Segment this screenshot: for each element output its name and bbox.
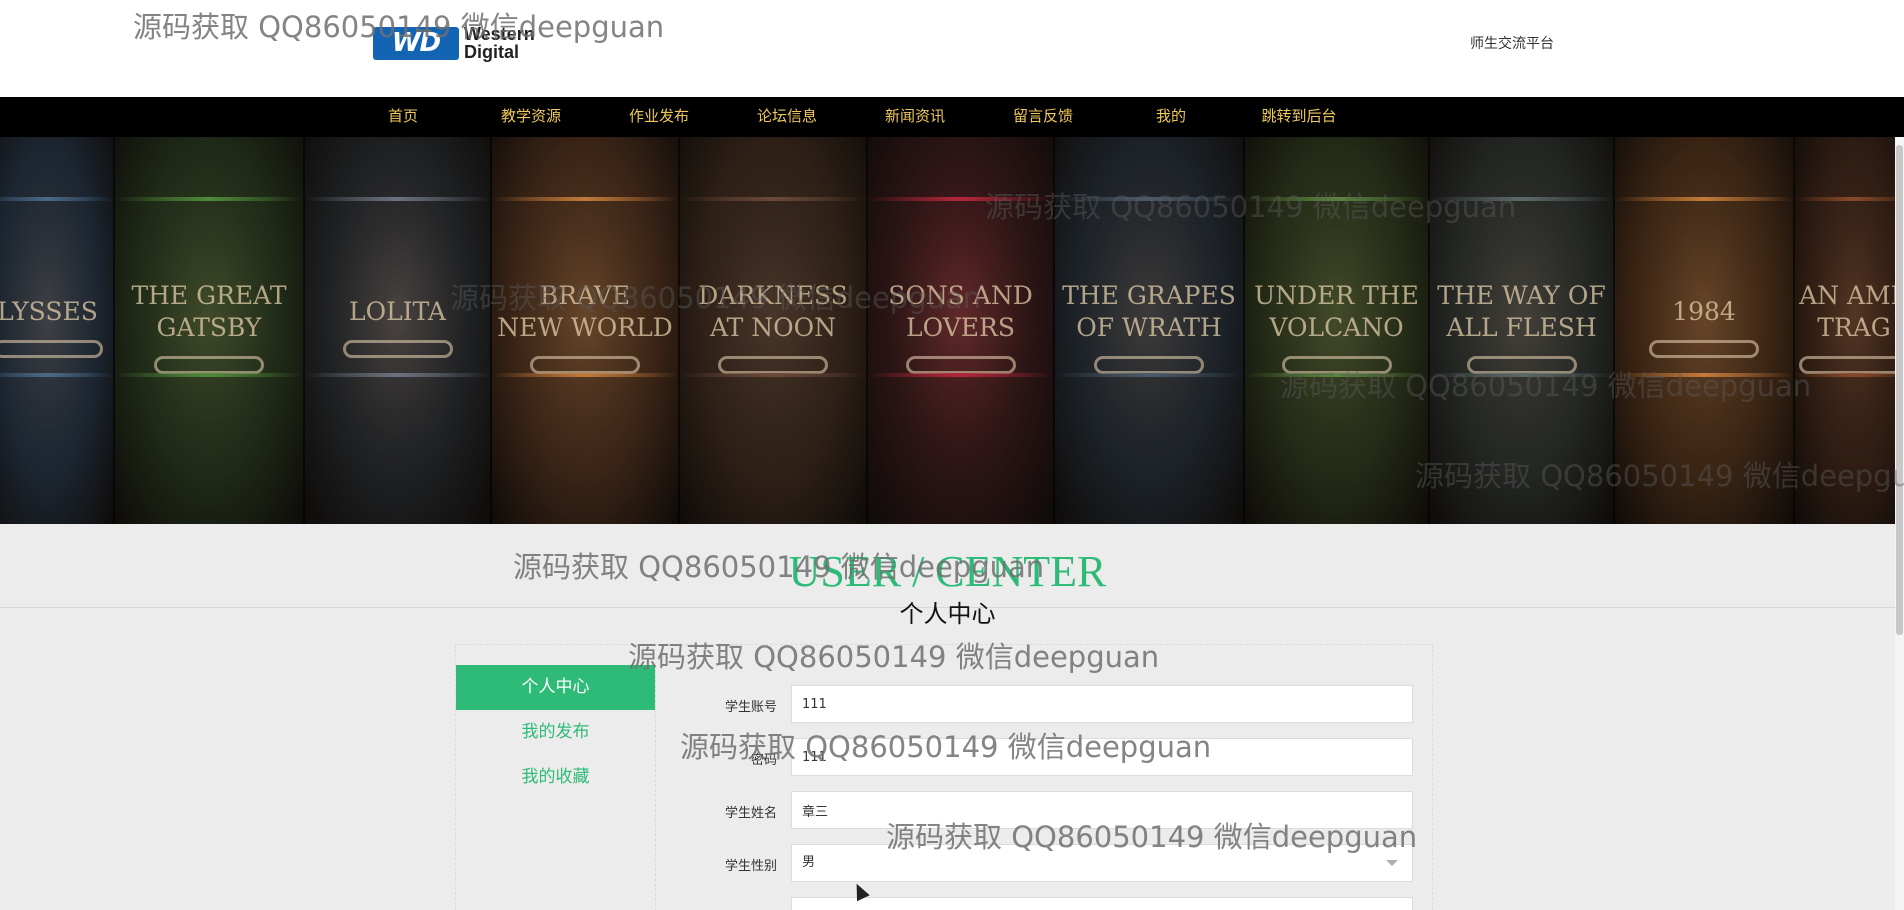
side-menu: 个人中心 我的发布 我的收藏 [456, 665, 656, 910]
side-item-my-posts[interactable]: 我的发布 [456, 710, 655, 755]
heading-chinese: 个人中心 [899, 600, 996, 628]
password-field[interactable] [791, 738, 1413, 776]
ornament-icon [154, 355, 264, 374]
spine-band [1795, 373, 1895, 377]
form-row-gender: 学生性别 男 [664, 844, 1434, 884]
spine-band [115, 197, 303, 201]
ornament-icon [905, 355, 1016, 374]
book-spine: DARKNESS AT NOON [680, 137, 868, 524]
scrollbar-thumb[interactable] [1896, 145, 1903, 635]
ornament-icon [530, 355, 640, 374]
gender-select[interactable]: 男 [791, 844, 1413, 882]
section-heading: USER / CENTER 个人中心 [0, 524, 1895, 628]
book-spine: 1984 [1615, 137, 1795, 524]
password-label: 密码 [750, 753, 777, 768]
main-nav: 首页 教学资源 作业发布 论坛信息 新闻资讯 留言反馈 我的 跳转到后台 [0, 97, 1904, 137]
book-title: THE GREAT GATSBY [131, 280, 287, 342]
platform-name: 师生交流平台 [1470, 35, 1554, 51]
spine-band [1245, 197, 1428, 201]
spine-band [868, 197, 1053, 201]
spine-band [680, 373, 866, 377]
book-title: THE WAY OF ALL FLESH [1437, 280, 1606, 342]
spine-band [1430, 197, 1613, 201]
account-label: 学生账号 [724, 700, 777, 715]
spine-band [305, 197, 490, 201]
form-row-name: 学生姓名 [664, 791, 1434, 831]
name-field[interactable] [791, 791, 1413, 829]
ornament-icon [342, 339, 453, 358]
book-title: LYSSES [0, 296, 98, 326]
book-spine: AN AME TRAG [1795, 137, 1895, 524]
spine-band [492, 197, 678, 201]
side-item-profile[interactable]: 个人中心 [456, 665, 655, 710]
gender-label: 学生性别 [724, 859, 777, 874]
nav-homework[interactable]: 作业发布 [595, 97, 723, 137]
name-label: 学生姓名 [724, 806, 777, 821]
nav-mine[interactable]: 我的 [1107, 97, 1235, 137]
ornament-icon [0, 339, 103, 358]
nav-admin[interactable]: 跳转到后台 [1235, 97, 1363, 137]
spine-band [1055, 197, 1243, 201]
book-spine: THE GRAPES OF WRATH [1055, 137, 1245, 524]
book-spine: THE WAY OF ALL FLESH [1430, 137, 1615, 524]
gender-selected-value: 男 [802, 855, 816, 870]
spine-band [1245, 373, 1428, 377]
account-field[interactable] [791, 685, 1413, 723]
nav-teaching-resources[interactable]: 教学资源 [467, 97, 595, 137]
logo-line-1: Western [464, 24, 535, 44]
spine-band [868, 373, 1053, 377]
spine-band [0, 373, 113, 377]
book-title: 1984 [1672, 296, 1736, 326]
book-spine: BRAVE NEW WORLD [492, 137, 680, 524]
ornament-icon [1281, 355, 1392, 374]
logo-line-2: Digital [464, 42, 520, 62]
spine-band [1615, 373, 1793, 377]
ornament-icon [718, 355, 828, 374]
logo-wordmark: Western Digital [464, 25, 535, 61]
form-row-account: 学生账号 [664, 685, 1434, 725]
spine-band [1430, 373, 1613, 377]
ornament-icon [1094, 355, 1204, 374]
logo-badge: WD [373, 26, 459, 60]
spine-band [1615, 197, 1793, 201]
nav-news[interactable]: 新闻资讯 [851, 97, 979, 137]
book-title: SONS AND LOVERS [888, 280, 1033, 342]
book-spine: LYSSES [0, 137, 115, 524]
site-header: WD Western Digital 师生交流平台 [0, 0, 1904, 97]
next-field[interactable] [791, 897, 1413, 910]
book-spine: SONS AND LOVERS [868, 137, 1055, 524]
heading-english: USER / CENTER [788, 547, 1107, 596]
form-row-next [664, 897, 1434, 910]
side-item-favorites[interactable]: 我的收藏 [456, 755, 655, 800]
spine-band [1795, 197, 1895, 201]
spine-band [0, 197, 113, 201]
site-logo[interactable]: WD Western Digital [373, 25, 563, 61]
hero-banner: LYSSES THE GREAT GATSBY LOLITA BRAVE NEW WO… [0, 137, 1895, 524]
spine-band [680, 197, 866, 201]
book-spine: THE GREAT GATSBY [115, 137, 305, 524]
spine-band [1055, 373, 1243, 377]
nav-feedback[interactable]: 留言反馈 [979, 97, 1107, 137]
nav-home[interactable]: 首页 [339, 97, 467, 137]
page-scrollbar[interactable] [1895, 137, 1904, 910]
ornament-icon [1649, 339, 1759, 358]
chevron-down-icon [1386, 860, 1398, 866]
book-title: DARKNESS AT NOON [698, 280, 848, 342]
spine-band [115, 373, 303, 377]
ornament-icon [1799, 355, 1895, 374]
book-spine: LOLITA [305, 137, 492, 524]
spine-band [305, 373, 490, 377]
book-title: UNDER THE VOLCANO [1254, 280, 1419, 342]
form-row-password: 密码 [664, 738, 1434, 778]
nav-forum[interactable]: 论坛信息 [723, 97, 851, 137]
spine-band [492, 373, 678, 377]
book-title: BRAVE NEW WORLD [497, 280, 673, 342]
user-center-panel: 个人中心 我的发布 我的收藏 学生账号 密码 学生姓名 学生性别 男 [455, 644, 1433, 910]
book-title: AN AME TRAG [1799, 280, 1895, 342]
ornament-icon [1466, 355, 1577, 374]
book-title: THE GRAPES OF WRATH [1062, 280, 1236, 342]
book-spine: UNDER THE VOLCANO [1245, 137, 1430, 524]
book-title: LOLITA [349, 296, 446, 326]
